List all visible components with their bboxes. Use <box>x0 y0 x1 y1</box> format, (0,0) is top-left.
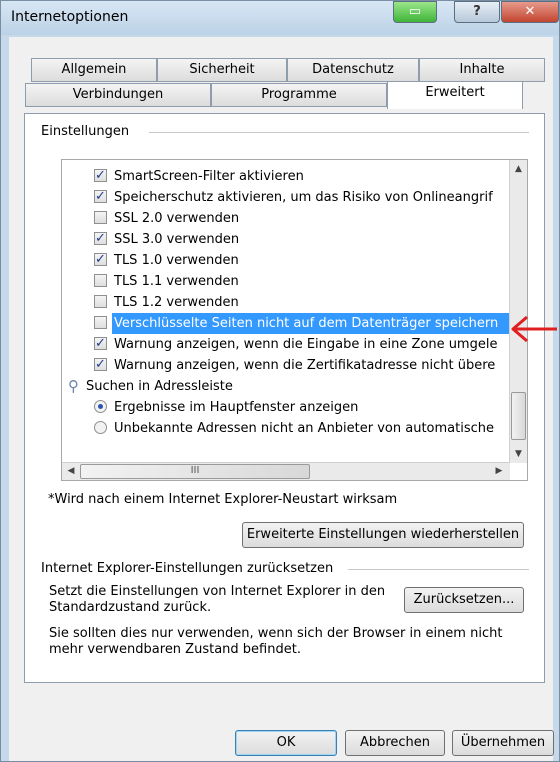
title-bar[interactable]: Internetoptionen ▭ ? ✕ <box>1 1 559 35</box>
checkbox[interactable] <box>94 274 107 287</box>
restart-note: *Wird nach einem Internet Explorer-Neust… <box>48 492 398 507</box>
list-item-label: Speicherschutz aktivieren, um das Risiko… <box>114 190 493 205</box>
reset-note-line1: Sie sollten dies nur verwenden, wenn sic… <box>49 626 503 641</box>
reset-description-line2: Standardzustand zurück. <box>49 600 212 615</box>
scroll-up-icon[interactable]: ▲ <box>510 164 527 174</box>
checkbox[interactable] <box>94 211 107 224</box>
list-item-label: Ergebnisse im Hauptfenster anzeigen <box>114 400 359 415</box>
list-item-label: SmartScreen-Filter aktivieren <box>114 169 304 184</box>
reset-button[interactable]: Zurücksetzen... <box>404 587 524 613</box>
list-item-label: SSL 2.0 verwenden <box>114 211 240 226</box>
checkbox[interactable] <box>94 295 107 308</box>
radio-button[interactable] <box>94 421 107 434</box>
list-item-selected[interactable]: Verschlüsselte Seiten nicht auf dem Date… <box>62 313 510 334</box>
checkbox[interactable] <box>94 316 107 329</box>
minimize-icon: ▭ <box>408 4 422 19</box>
minimize-button[interactable]: ▭ <box>393 1 437 23</box>
tab-inhalte[interactable]: Inhalte <box>419 58 545 82</box>
help-button[interactable]: ? <box>454 1 500 23</box>
restore-advanced-settings-button[interactable]: Erweiterte Einstellungen wiederherstelle… <box>242 522 524 548</box>
list-item-label: Warnung anzeigen, wenn die Eingabe in ei… <box>114 337 498 352</box>
vertical-scroll-thumb[interactable] <box>511 392 526 440</box>
scroll-down-icon[interactable]: ▼ <box>510 449 527 459</box>
help-icon: ? <box>473 4 481 19</box>
list-item-label: TLS 1.1 verwenden <box>114 274 239 289</box>
checkbox[interactable] <box>94 249 107 270</box>
checkbox[interactable] <box>94 333 107 354</box>
list-item-label: Unbekannte Adressen nicht an Anbieter vo… <box>114 421 495 436</box>
checkbox[interactable] <box>94 354 107 375</box>
tab-sicherheit[interactable]: Sicherheit <box>157 58 287 82</box>
checkbox[interactable] <box>94 228 107 249</box>
red-arrow-icon <box>511 315 557 343</box>
apply-button[interactable]: Übernehmen <box>452 730 554 756</box>
close-button[interactable]: ✕ <box>501 1 559 23</box>
category-label: Suchen in Adressleiste <box>86 379 233 394</box>
scroll-right-icon[interactable]: ▶ <box>494 466 504 476</box>
list-item-label: Warnung anzeigen, wenn die Zertifikatadr… <box>114 358 496 373</box>
list-item-label: SSL 3.0 verwenden <box>114 232 240 247</box>
checkbox[interactable] <box>94 165 107 186</box>
tab-programme[interactable]: Programme <box>211 83 387 107</box>
reset-group-label: Internet Explorer-Einstellungen zurückse… <box>41 561 338 577</box>
internet-options-window: Internetoptionen ▭ ? ✕ Allgemein Sicherh… <box>0 0 560 762</box>
vertical-scrollbar[interactable]: ▲ ▼ <box>509 160 527 463</box>
group-divider <box>348 569 529 570</box>
reset-description-line1: Setzt die Einstellungen von Internet Exp… <box>49 584 386 599</box>
radio-button[interactable] <box>94 400 107 413</box>
window-title: Internetoptionen <box>11 9 129 25</box>
tab-allgemein[interactable]: Allgemein <box>31 58 157 82</box>
list-item-label: Verschlüsselte Seiten nicht auf dem Date… <box>112 313 510 334</box>
tab-datenschutz[interactable]: Datenschutz <box>287 58 419 82</box>
list-item-label: TLS 1.2 verwenden <box>114 295 239 310</box>
scroll-left-icon[interactable]: ◀ <box>66 466 76 476</box>
cancel-button[interactable]: Abbrechen <box>345 730 445 756</box>
tab-erweitert[interactable]: Erweitert <box>387 81 523 109</box>
tab-verbindungen[interactable]: Verbindungen <box>25 83 211 107</box>
close-icon: ✕ <box>524 4 536 19</box>
horizontal-scrollbar[interactable]: ◀ III ▶ <box>62 462 510 480</box>
search-icon: ⚲ <box>68 377 79 395</box>
checkbox[interactable] <box>94 186 107 207</box>
ok-button[interactable]: OK <box>235 730 337 756</box>
list-item-label: TLS 1.0 verwenden <box>114 253 239 268</box>
scroll-grip: III <box>190 465 200 476</box>
advanced-settings-list[interactable]: SmartScreen-Filter aktivieren Speichersc… <box>61 159 528 481</box>
group-divider <box>149 132 529 133</box>
settings-group-label: Einstellungen <box>41 124 136 139</box>
reset-note-line2: mehr verwendbaren Zustand befindet. <box>49 642 301 657</box>
horizontal-scroll-thumb[interactable]: III <box>80 464 310 479</box>
